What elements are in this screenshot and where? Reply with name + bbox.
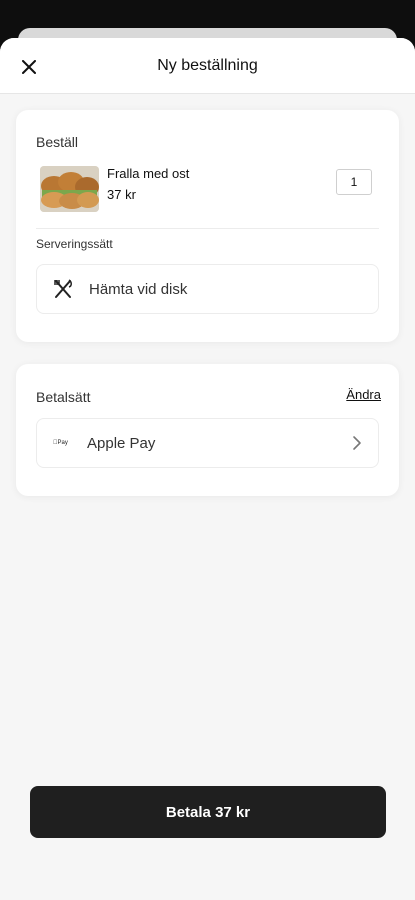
section-divider: [36, 228, 379, 229]
cutlery-icon: [54, 279, 72, 298]
serving-section-label: Serveringssätt: [36, 237, 113, 251]
payment-section-label: Betalsätt: [36, 389, 91, 405]
page-title: Ny beställning: [157, 56, 258, 74]
close-button[interactable]: [14, 52, 44, 82]
change-payment-link[interactable]: Ändra: [346, 387, 381, 402]
payment-method-label: Apple Pay: [87, 434, 156, 452]
pay-button[interactable]: Betala 37 kr: [30, 786, 386, 838]
order-section-label: Beställ: [36, 134, 79, 150]
payment-method-row[interactable]: Pay Apple Pay: [36, 418, 379, 468]
header: Ny beställning: [0, 38, 415, 94]
product-image: [40, 166, 99, 212]
chevron-right-icon: [353, 436, 361, 450]
apple-pay-icon: Pay: [53, 440, 68, 446]
serving-option[interactable]: Hämta vid disk: [36, 264, 379, 314]
quantity-selector[interactable]: 1: [336, 169, 372, 195]
product-name: Fralla med ost: [107, 166, 190, 181]
product-price: 37 kr: [107, 187, 136, 202]
serving-option-label: Hämta vid disk: [89, 280, 188, 298]
close-icon: [22, 60, 36, 74]
